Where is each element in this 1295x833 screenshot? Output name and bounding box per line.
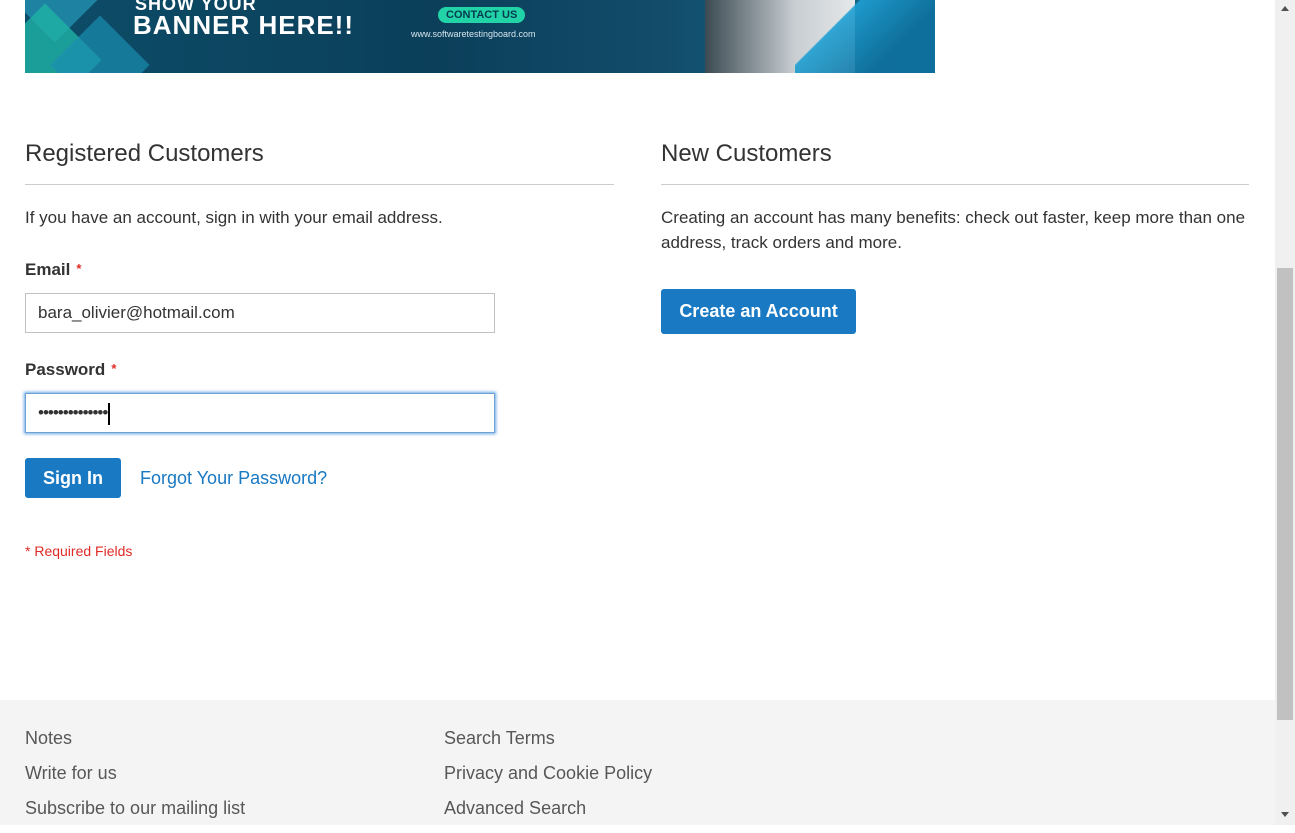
required-fields-note: * Required Fields [25,543,133,559]
banner-headline: BANNER HERE!! [133,10,354,40]
create-account-button[interactable]: Create an Account [661,289,856,334]
registered-customers-intro: If you have an account, sign in with you… [25,208,443,227]
scroll-up-arrow-icon[interactable] [1281,6,1289,11]
registered-customers-title: Registered Customers [25,140,614,185]
new-customers-block: New Customers Creating an account has ma… [661,140,1249,255]
banner-contact-button[interactable]: CONTACT US [438,7,526,23]
email-label: Email * [25,260,81,280]
footer-link-subscribe[interactable]: Subscribe to our mailing list [25,798,245,833]
new-customers-intro: Creating an account has many benefits: c… [661,208,1246,252]
forgot-password-link[interactable]: Forgot Your Password? [140,468,327,489]
footer-link-advanced-search[interactable]: Advanced Search [444,798,652,833]
promo-banner[interactable]: SHOW YOUR BANNER HERE!! CONTACT US www.s… [25,0,935,73]
footer-link-privacy[interactable]: Privacy and Cookie Policy [444,763,652,798]
email-field-value: bara_olivier@hotmail.com [38,303,235,322]
text-caret [108,402,111,425]
password-field[interactable]: •••••••••••••• [25,393,495,433]
footer-links-col1: Notes Write for us Subscribe to our mail… [25,728,245,833]
password-label: Password * [25,360,116,380]
banner-url: www.softwaretestingboard.com [411,29,536,39]
scroll-down-arrow-icon[interactable] [1281,812,1289,817]
registered-customers-block: Registered Customers If you have an acco… [25,140,614,230]
required-marker: * [76,261,82,276]
banner-decor-triangle [795,0,935,73]
email-field[interactable]: bara_olivier@hotmail.com [25,293,495,333]
page-scrollbar[interactable] [1275,0,1295,825]
new-customers-title: New Customers [661,140,1249,185]
footer: Notes Write for us Subscribe to our mail… [0,700,1275,825]
footer-links-col2: Search Terms Privacy and Cookie Policy A… [444,728,652,833]
footer-link-notes[interactable]: Notes [25,728,245,763]
scrollbar-thumb[interactable] [1277,268,1293,720]
password-label-text: Password [25,360,106,379]
required-marker: * [111,361,117,376]
sign-in-button[interactable]: Sign In [25,458,121,498]
footer-link-write-for-us[interactable]: Write for us [25,763,245,798]
footer-link-search-terms[interactable]: Search Terms [444,728,652,763]
password-field-value: •••••••••••••• [38,403,108,422]
email-label-text: Email [25,260,71,279]
